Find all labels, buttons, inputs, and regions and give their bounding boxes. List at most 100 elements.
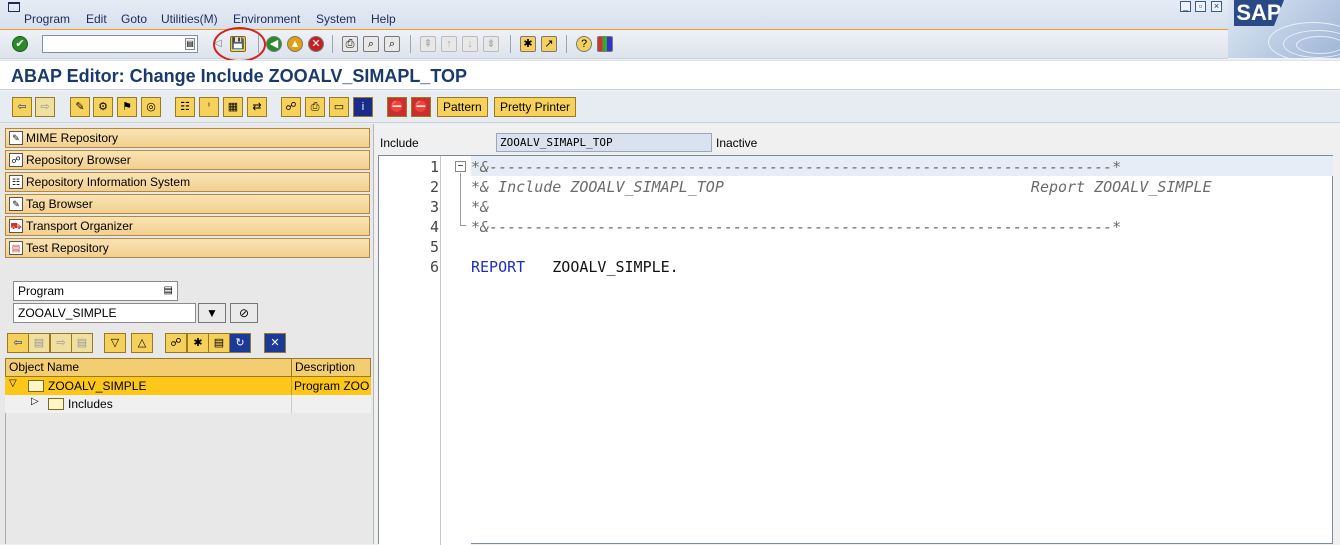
object-list-icon[interactable]: ▦ xyxy=(223,97,243,117)
expand-node-icon[interactable]: ▷ xyxy=(31,396,39,407)
nav-label: Tag Browser xyxy=(26,197,93,211)
system-menu-icon[interactable] xyxy=(8,2,20,12)
close-tree-icon[interactable]: ✕ xyxy=(264,333,286,353)
tree-row[interactable]: ▷ Includes xyxy=(5,395,371,413)
status-text: Inactive xyxy=(716,136,758,150)
exit-icon[interactable]: ▲ xyxy=(287,36,303,52)
navigation-stack-icon[interactable]: ⇄ xyxy=(247,97,267,117)
tree-favorites-icon[interactable]: ✱ xyxy=(187,333,209,353)
include-name-field: ZOOALV_SIMAPL_TOP xyxy=(496,133,712,152)
cancel-icon[interactable]: ✕ xyxy=(308,36,324,52)
printer-icon[interactable]: ⎙ xyxy=(305,97,325,117)
create-shortcut-icon[interactable]: ↗ xyxy=(541,36,557,52)
information-icon[interactable]: i xyxy=(353,97,373,117)
menu-utilities[interactable]: Utilities(M) xyxy=(161,12,218,26)
nav-label: Repository Browser xyxy=(26,153,131,167)
where-used-icon[interactable]: ☷ xyxy=(175,97,195,117)
toolbar-separator xyxy=(510,35,511,53)
menu-help[interactable]: Help xyxy=(371,12,396,26)
test-icon[interactable]: ◎ xyxy=(141,97,161,117)
menu-edit[interactable]: Edit xyxy=(86,12,107,26)
code-text: ZOOALV_SIMPLE. xyxy=(552,258,679,276)
tree-back-list-icon[interactable]: ▤ xyxy=(28,333,50,353)
fold-line-end xyxy=(460,225,466,226)
display-change-icon[interactable]: ✎ xyxy=(70,97,90,117)
object-type-select[interactable]: Program ▤ xyxy=(13,281,178,301)
enter-checkmark-icon[interactable]: ✔ xyxy=(12,36,28,52)
nav-repository-information-system[interactable]: ☷ Repository Information System xyxy=(5,172,370,192)
tree-forward-list-icon[interactable]: ▤ xyxy=(71,333,93,353)
info-system-icon: ☷ xyxy=(9,175,23,189)
pretty-printer-button[interactable]: Pretty Printer xyxy=(494,97,577,117)
object-name-input[interactable]: ZOOALV_SIMPLE xyxy=(13,303,196,323)
column-divider xyxy=(291,395,292,413)
tree-node-name: ZOOALV_SIMPLE xyxy=(48,379,147,393)
pattern-button[interactable]: Pattern xyxy=(437,97,488,117)
back-arrow-icon[interactable]: ⇦ xyxy=(12,97,32,117)
check-syntax-icon[interactable]: ⚙ xyxy=(93,97,113,117)
menu-program[interactable]: Program xyxy=(24,12,70,26)
nav-tag-browser[interactable]: ✎ Tag Browser xyxy=(5,194,370,214)
fold-toggle-icon[interactable]: − xyxy=(455,161,466,172)
nav-repository-browser[interactable]: ☍ Repository Browser xyxy=(5,150,370,170)
line-number-gutter: 1 2 3 4 5 6 xyxy=(379,156,441,545)
nav-mime-repository[interactable]: ✎ MIME Repository xyxy=(5,128,370,148)
first-page-icon[interactable]: ⇞ xyxy=(420,36,436,52)
window-icon[interactable]: ▭ xyxy=(329,97,349,117)
toolbar-separator xyxy=(332,35,333,53)
refresh-icon[interactable]: ↻ xyxy=(229,333,251,353)
command-history-icon[interactable]: ▤ xyxy=(185,38,195,50)
previous-page-icon[interactable]: ↑ xyxy=(441,36,457,52)
object-name-value: ZOOALV_SIMPLE xyxy=(18,306,117,320)
minimize-icon[interactable]: _ xyxy=(1180,1,1191,12)
breakpoint-icon[interactable]: ⛔ xyxy=(387,97,407,117)
tree-node-name: Includes xyxy=(68,397,113,411)
code-editor[interactable]: 1 2 3 4 5 6 − *&------------------------… xyxy=(378,155,1333,545)
tree-forward-icon[interactable]: ⇨ xyxy=(50,333,72,353)
external-breakpoint-icon[interactable]: ⛔ xyxy=(411,97,431,117)
line-number: 1 xyxy=(429,158,439,176)
find-next-icon[interactable]: ⌕ xyxy=(384,36,400,52)
line-number: 3 xyxy=(429,198,439,216)
dropdown-icon: ▤ xyxy=(163,285,173,296)
create-session-icon[interactable]: ✱ xyxy=(520,36,536,52)
activate-icon[interactable]: ⚑ xyxy=(117,97,137,117)
close-window-icon[interactable]: × xyxy=(1211,1,1222,12)
forward-arrow-icon[interactable]: ⇨ xyxy=(35,97,55,117)
last-page-icon[interactable]: ⇟ xyxy=(483,36,499,52)
menu-environment[interactable]: Environment xyxy=(233,12,300,26)
line-number: 6 xyxy=(429,258,439,276)
nav-label: Transport Organizer xyxy=(26,219,133,233)
print-icon[interactable]: ⎙ xyxy=(342,36,358,52)
collapse-all-icon[interactable]: △ xyxy=(131,333,153,353)
maximize-icon[interactable]: ▫ xyxy=(1195,1,1206,12)
hierarchy-icon[interactable]: ☍ xyxy=(281,97,301,117)
collapse-node-icon[interactable]: ▽ xyxy=(9,378,17,389)
menu-goto[interactable]: Goto xyxy=(121,12,147,26)
nav-transport-organizer[interactable]: ⛟ Transport Organizer xyxy=(5,216,370,236)
page-title: ABAP Editor: Change Include ZOOALV_SIMAP… xyxy=(11,66,468,86)
tree-back-icon[interactable]: ⇦ xyxy=(7,333,29,353)
customize-layout-icon[interactable] xyxy=(597,36,613,52)
line-number: 5 xyxy=(429,238,439,256)
find-icon[interactable]: ⌕ xyxy=(363,36,379,52)
code-line: *&--------------------------------------… xyxy=(471,158,1122,176)
command-field[interactable]: ▤ xyxy=(42,35,198,53)
menu-system[interactable]: System xyxy=(316,12,356,26)
info-icon[interactable]: ⁱ xyxy=(199,97,219,117)
tree-row[interactable]: ▽ ZOOALV_SIMPLE Program ZOO xyxy=(5,377,371,395)
display-object-button[interactable]: ⊘ xyxy=(230,303,258,323)
object-name-dropdown-button[interactable]: ▼ xyxy=(198,303,226,323)
column-object-name[interactable]: Object Name xyxy=(6,359,292,376)
next-page-icon[interactable]: ↓ xyxy=(462,36,478,52)
include-label: Include xyxy=(380,136,419,150)
tree-hierarchy-icon[interactable]: ☍ xyxy=(165,333,187,353)
nav-test-repository[interactable]: ▤ Test Repository xyxy=(5,238,370,258)
column-description[interactable]: Description xyxy=(292,359,370,376)
help-icon[interactable]: ? xyxy=(576,36,592,52)
back-icon[interactable]: ◀ xyxy=(266,36,282,52)
expand-all-icon[interactable]: ▽ xyxy=(104,333,126,353)
tree-list-icon[interactable]: ▤ xyxy=(208,333,230,353)
code-line: *& Include ZOOALV_SIMAPL_TOP Report ZOOA… xyxy=(471,178,1212,196)
title-bar: ABAP Editor: Change Include ZOOALV_SIMAP… xyxy=(0,60,1340,90)
